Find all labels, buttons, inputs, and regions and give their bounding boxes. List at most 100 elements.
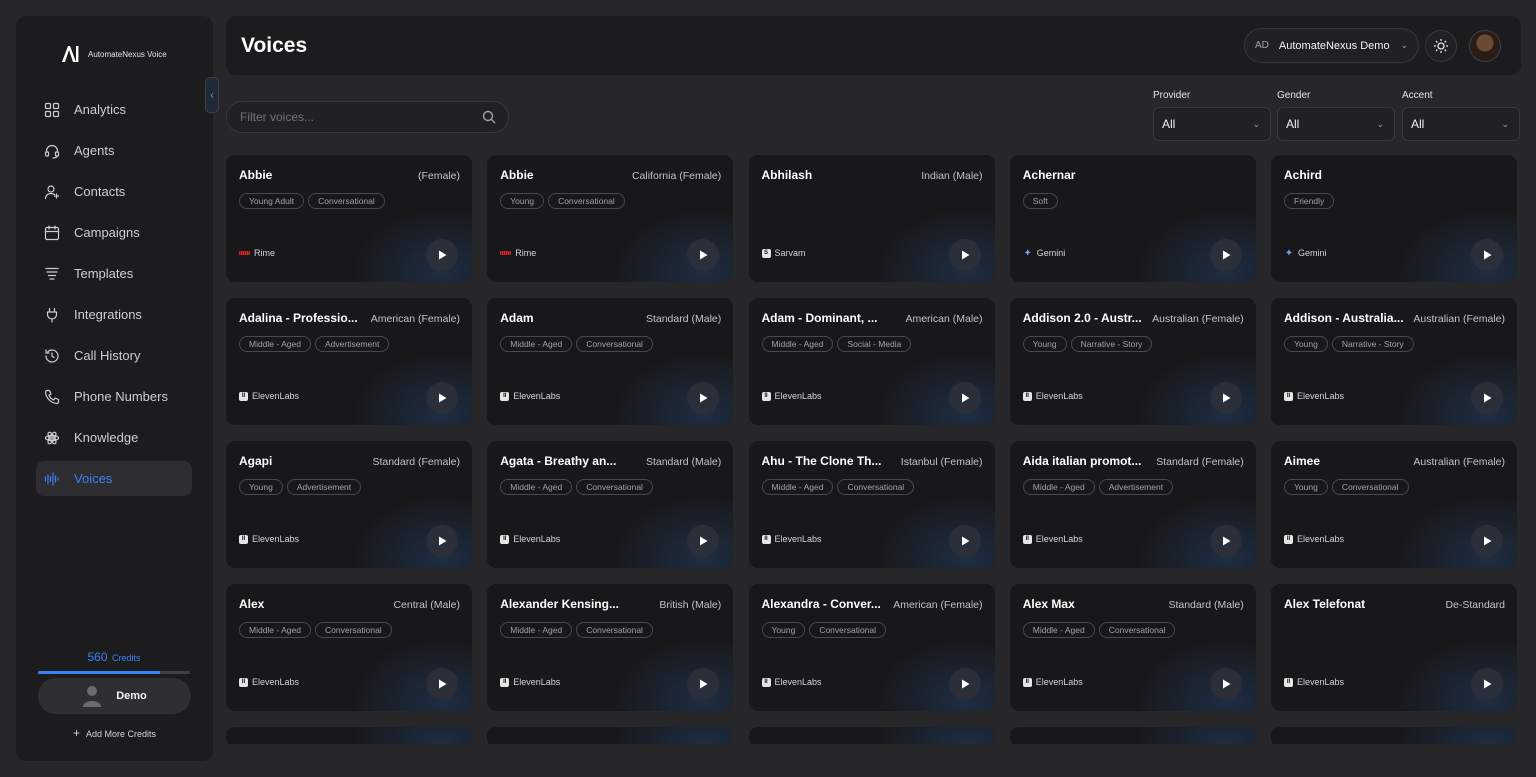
user-menu-button[interactable]: Demo <box>38 678 191 714</box>
voice-card[interactable]: Alexander Kensing... British (Male) Middle… <box>487 584 734 711</box>
voice-card[interactable]: Addison 2.0 - Austr... Australian (Female… <box>1009 298 1256 425</box>
play-preview-button[interactable] <box>426 668 458 700</box>
voice-card-partial[interactable] <box>748 727 995 744</box>
voice-card[interactable]: Aida italian promot... Standard (Female) M… <box>1009 441 1256 568</box>
play-preview-button[interactable] <box>1209 668 1242 700</box>
voice-card-partial[interactable] <box>226 727 472 744</box>
play-preview-button[interactable] <box>687 668 720 700</box>
play-preview-button[interactable] <box>426 382 458 414</box>
sidebar-item-label: Analytics <box>74 102 127 117</box>
play-preview-button[interactable] <box>1209 382 1242 414</box>
play-preview-button[interactable] <box>1471 382 1503 414</box>
voice-card-partial[interactable] <box>487 727 734 744</box>
elevenlabs-logo-icon: II <box>1284 534 1293 544</box>
sidebar-item-phone-numbers[interactable]: Phone Numbers <box>36 379 192 414</box>
sidebar-item-campaigns[interactable]: Campaigns <box>36 215 192 250</box>
voice-card[interactable]: Agapi Standard (Female) Young Advertisement… <box>226 441 472 568</box>
voice-card[interactable]: Achernar Soft ✦ Gemini <box>1009 155 1256 282</box>
play-preview-button[interactable] <box>687 239 720 271</box>
voice-tags: Middle - Aged Advertisement <box>239 336 390 352</box>
play-icon <box>961 250 969 260</box>
voice-card[interactable]: Alex Central (Male) Middle - Aged Conversat… <box>226 584 472 711</box>
play-preview-button[interactable] <box>948 382 981 414</box>
sidebar-item-templates[interactable]: Templates <box>36 256 192 291</box>
play-preview-button[interactable] <box>1471 668 1503 700</box>
voice-provider: II ElevenLabs <box>1022 391 1083 401</box>
voice-card[interactable]: Alexandra - Conver... American (Female) Yo… <box>748 584 995 711</box>
phone-icon <box>44 389 60 405</box>
brand-name: AutomateNexus Voice <box>88 49 167 59</box>
voice-card[interactable]: Alex Max Standard (Male) Middle - Aged Conv… <box>1009 584 1256 711</box>
voice-card[interactable]: Alex Telefonat De-Standard II ElevenLabs <box>1271 584 1517 711</box>
voice-card-partial[interactable] <box>1271 727 1517 744</box>
play-preview-button[interactable] <box>1209 525 1242 557</box>
voice-tag: Conversational <box>576 622 653 638</box>
voice-tag: Narrative - Story <box>1331 336 1414 352</box>
voice-card[interactable]: Abbie California (Female) Young Conversatio… <box>487 155 734 282</box>
voice-card[interactable]: Achird Friendly ✦ Gemini <box>1271 155 1517 282</box>
sidebar-item-integrations[interactable]: Integrations <box>36 297 192 332</box>
sidebar-item-knowledge[interactable]: Knowledge <box>36 420 192 455</box>
voice-tag: Middle - Aged <box>1022 622 1095 638</box>
search-box[interactable] <box>226 101 509 133</box>
accent-select[interactable]: All ⌄ <box>1402 107 1520 141</box>
play-preview-button[interactable] <box>1209 239 1242 271</box>
collapse-sidebar-button[interactable]: ‹ <box>205 77 219 113</box>
play-preview-button[interactable] <box>1471 239 1503 271</box>
sidebar-item-voices[interactable]: Voices <box>36 461 192 496</box>
account-selector[interactable]: AD AutomateNexus Demo ⌄ <box>1244 28 1419 63</box>
headset-icon <box>44 143 60 159</box>
voice-name: Achird <box>1284 168 1323 182</box>
voice-provider: Rime <box>239 248 275 258</box>
voice-card[interactable]: Adalina - Professio... American (Female) M… <box>226 298 472 425</box>
sidebar-item-agents[interactable]: Agents <box>36 133 192 168</box>
voice-card[interactable]: Abhilash Indian (Male) S Sarvam <box>748 155 995 282</box>
voice-name: Abhilash <box>761 168 813 182</box>
voice-card[interactable]: Agata - Breathy an... Standard (Male) Midd… <box>487 441 734 568</box>
theme-toggle-button[interactable] <box>1425 30 1457 62</box>
voice-card[interactable]: Aimee Australian (Female) Young Conversatio… <box>1271 441 1517 568</box>
sidebar-item-contacts[interactable]: Contacts <box>36 174 192 209</box>
voices-grid-container[interactable]: Abbie (Female) Young Adult Conversational Ri… <box>226 155 1521 744</box>
add-credits-button[interactable]: + Add More Credits <box>38 726 191 740</box>
play-icon <box>700 536 708 546</box>
voice-card[interactable]: Adam - Dominant, ... American (Male) Middl… <box>748 298 995 425</box>
play-preview-button[interactable] <box>948 525 981 557</box>
play-preview-button[interactable] <box>1471 525 1503 557</box>
play-preview-button[interactable] <box>426 525 458 557</box>
brand[interactable]: AutomateNexus Voice <box>60 44 167 64</box>
sidebar-item-analytics[interactable]: Analytics <box>36 92 192 127</box>
provider-name: ElevenLabs <box>1035 391 1083 401</box>
search-input[interactable] <box>240 110 482 124</box>
voice-accent-gender: Australian (Female) <box>1413 313 1505 325</box>
provider-name: Gemini <box>1298 248 1327 258</box>
voice-accent-gender: British (Male) <box>659 599 722 611</box>
play-preview-button[interactable] <box>687 382 720 414</box>
sidebar-item-call-history[interactable]: Call History <box>36 338 192 373</box>
play-preview-button[interactable] <box>948 668 981 700</box>
voice-card-partial[interactable] <box>1009 727 1256 744</box>
gender-select[interactable]: All ⌄ <box>1277 107 1395 141</box>
user-avatar-icon <box>83 686 102 707</box>
voice-card[interactable]: Adam Standard (Male) Middle - Aged Conversa… <box>487 298 734 425</box>
voice-card[interactable]: Ahu - The Clone Th... Istanbul (Female) Mi… <box>748 441 995 568</box>
voice-accent-gender: Australian (Female) <box>1152 313 1244 325</box>
search-icon[interactable] <box>482 110 496 124</box>
voice-tag: Advertisement <box>314 336 390 352</box>
voice-provider: Rime <box>500 248 536 258</box>
profile-avatar[interactable] <box>1469 30 1501 62</box>
play-preview-button[interactable] <box>948 239 981 271</box>
voice-name: Alex Telefonat <box>1284 597 1366 611</box>
play-icon <box>700 393 708 403</box>
voice-card[interactable]: Abbie (Female) Young Adult Conversational Ri… <box>226 155 472 282</box>
voice-accent-gender: Indian (Male) <box>921 170 983 182</box>
play-preview-button[interactable] <box>687 525 720 557</box>
voice-provider: II ElevenLabs <box>239 534 299 544</box>
play-preview-button[interactable] <box>426 239 458 271</box>
voice-provider: ✦ Gemini <box>1023 248 1066 259</box>
play-icon <box>961 536 969 546</box>
voice-card[interactable]: Addison - Australia... Australian (Female… <box>1271 298 1517 425</box>
provider-select[interactable]: All ⌄ <box>1153 107 1271 141</box>
provider-name: Sarvam <box>774 248 806 258</box>
voices-grid: Abbie (Female) Young Adult Conversational Ri… <box>226 155 1521 744</box>
